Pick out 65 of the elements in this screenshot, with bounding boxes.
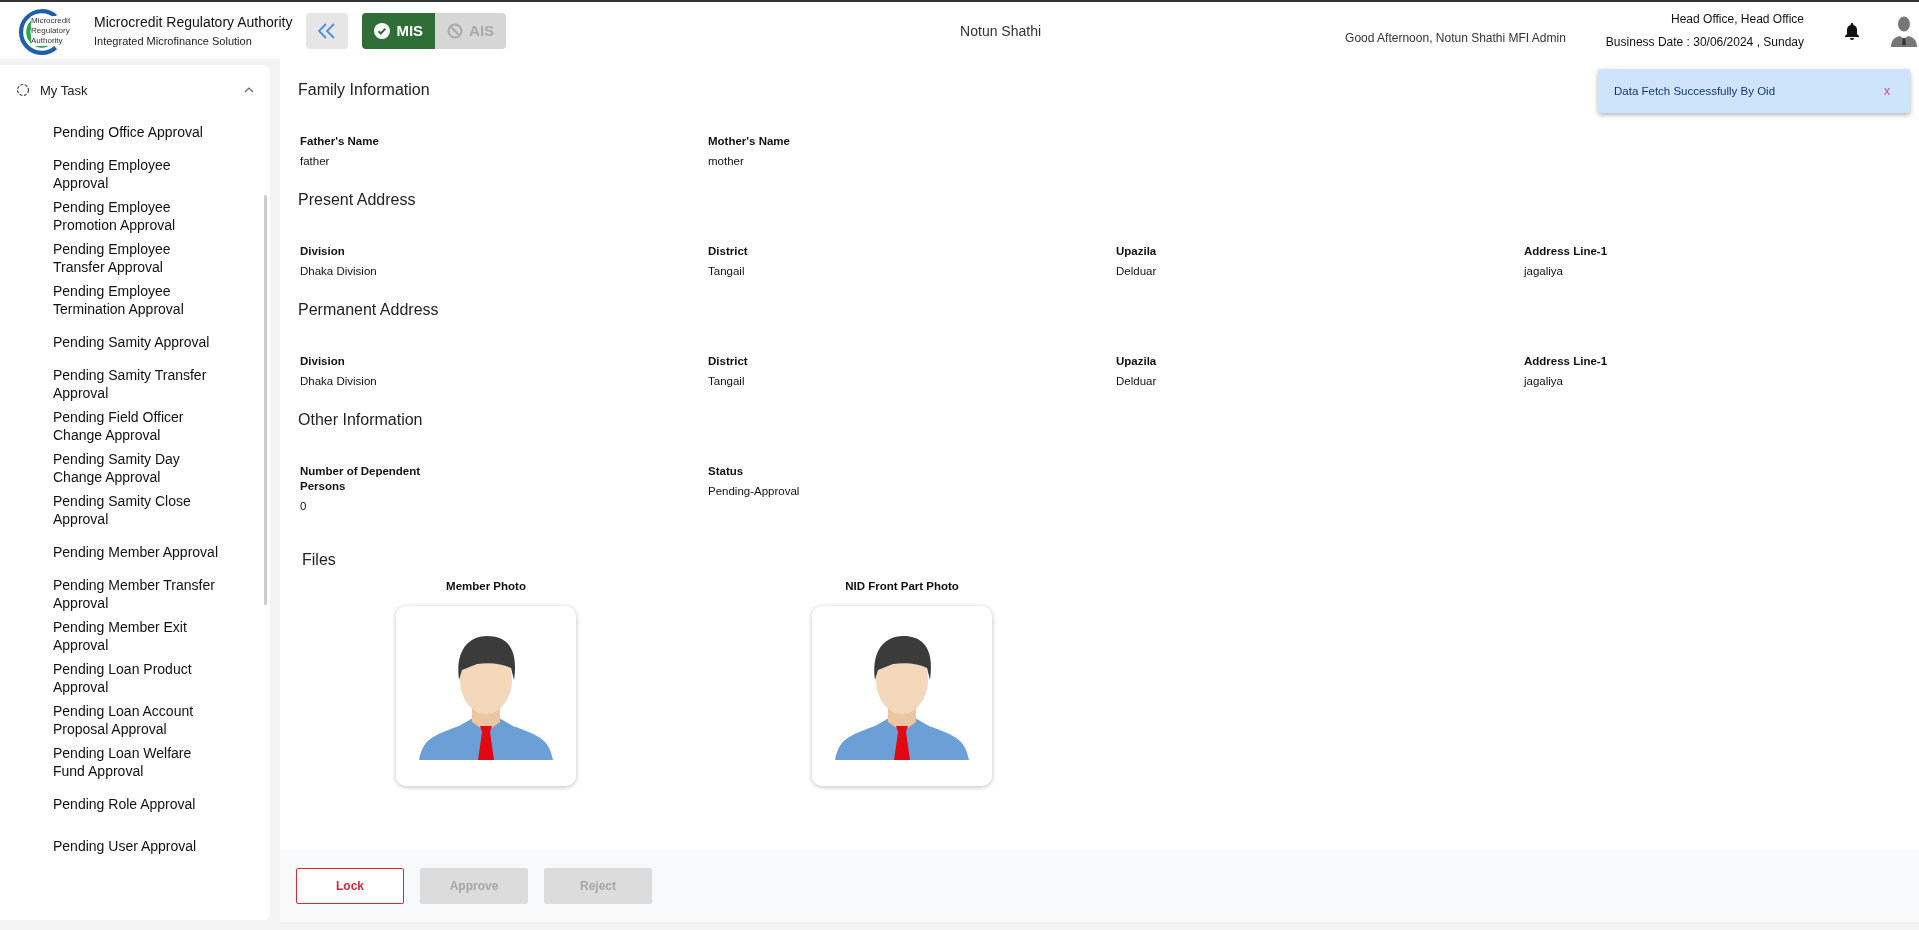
section-title: Present Address bbox=[298, 190, 416, 210]
section-title: Other Information bbox=[298, 410, 423, 430]
field-label: Status bbox=[708, 464, 745, 479]
field-value: father bbox=[300, 155, 331, 167]
business-date: Business Date : 30/06/2024 , Sunday bbox=[1605, 35, 1804, 49]
sidebar-item[interactable]: Pending User Approval bbox=[53, 825, 225, 867]
field-value: Dhaka Division bbox=[300, 375, 378, 387]
action-button[interactable]: Lock bbox=[296, 868, 404, 904]
sidebar-item[interactable]: Pending Member Approval bbox=[53, 531, 225, 573]
field-label: Upazila bbox=[1116, 354, 1158, 369]
field-label: Father's Name bbox=[300, 134, 380, 149]
sidebar-item[interactable]: Pending Field Officer Change Approval bbox=[53, 405, 225, 447]
field-value: Delduar bbox=[1116, 265, 1158, 277]
field-value: mother bbox=[708, 155, 745, 167]
sidebar-item[interactable]: Pending Samity Day Change Approval bbox=[53, 447, 225, 489]
field-label: Division bbox=[300, 354, 346, 369]
sidebar-item[interactable]: Pending Employee Approval bbox=[53, 153, 225, 195]
mfi-name: Notun Shathi bbox=[960, 22, 1042, 39]
sidebar-item[interactable]: Pending Role Approval bbox=[53, 783, 225, 825]
field-label: District bbox=[708, 354, 749, 369]
greeting-text: Good Afternoon, Notun Shathi MFI Admin bbox=[1345, 31, 1566, 45]
user-avatar-icon[interactable] bbox=[1890, 14, 1918, 47]
org-name: Microcredit Regulatory Authority bbox=[94, 14, 293, 30]
field-value: 0 bbox=[300, 500, 308, 512]
check-circle-icon bbox=[374, 22, 391, 39]
sidebar-item[interactable]: Pending Member Transfer Approval bbox=[53, 573, 225, 615]
office-name: Head Office, Head Office bbox=[1671, 12, 1804, 26]
section-title: Files bbox=[302, 550, 336, 570]
sidebar-item[interactable]: Pending Employee Promotion Approval bbox=[53, 195, 225, 237]
field-label: Mother's Name bbox=[708, 134, 791, 149]
module-tab[interactable]: MIS bbox=[362, 12, 436, 49]
sidebar-item[interactable]: Pending Samity Close Approval bbox=[53, 489, 225, 531]
field-value: Tangail bbox=[708, 265, 746, 277]
field-value: Pending-Approval bbox=[708, 485, 801, 497]
sidebar-item[interactable]: Pending Samity Transfer Approval bbox=[53, 363, 225, 405]
field-value: Dhaka Division bbox=[300, 265, 378, 277]
sidebar-item[interactable]: Pending Samity Approval bbox=[53, 321, 225, 363]
field-label: Number of Dependent Persons bbox=[300, 464, 422, 494]
sidebar-item[interactable]: Pending Loan Welfare Fund Approval bbox=[53, 741, 225, 783]
sidebar-item[interactable]: Pending Loan Account Proposal Approval bbox=[53, 699, 225, 741]
photo-label: Member Photo bbox=[446, 580, 526, 592]
org-subtitle: Integrated Microfinance Solution bbox=[94, 35, 253, 47]
loading-circle-icon bbox=[16, 83, 30, 97]
field-value: Tangail bbox=[708, 375, 746, 387]
sidebar-item[interactable]: Pending Member Exit Approval bbox=[53, 615, 225, 657]
field-value: Delduar bbox=[1116, 375, 1158, 387]
section-title: Permanent Address bbox=[298, 300, 439, 320]
photo-label: NID Front Part Photo bbox=[845, 580, 959, 592]
ban-icon bbox=[447, 22, 464, 39]
field-label: Division bbox=[300, 244, 346, 259]
scrollbar[interactable] bbox=[264, 195, 267, 605]
sidebar-item[interactable]: Pending Office Approval bbox=[53, 111, 225, 153]
field-label: District bbox=[708, 244, 749, 259]
collapse-sidebar-button[interactable] bbox=[306, 12, 349, 49]
section-title: Family Information bbox=[298, 80, 430, 100]
sidebar-item[interactable]: Pending Employee Termination Approval bbox=[53, 279, 225, 321]
field-label: Upazila bbox=[1116, 244, 1158, 259]
field-label: Address Line-1 bbox=[1524, 354, 1609, 369]
bell-icon[interactable] bbox=[1844, 21, 1860, 40]
sidebar-item[interactable]: Pending Employee Transfer Approval bbox=[53, 237, 225, 279]
toast-message: Data Fetch Successfully By Oid bbox=[1614, 85, 1776, 97]
field-value: jagaliya bbox=[1524, 375, 1564, 387]
field-value: jagaliya bbox=[1524, 265, 1564, 277]
sidebar-item[interactable]: Pending Loan Product Approval bbox=[53, 657, 225, 699]
field-label: Address Line-1 bbox=[1524, 244, 1609, 259]
